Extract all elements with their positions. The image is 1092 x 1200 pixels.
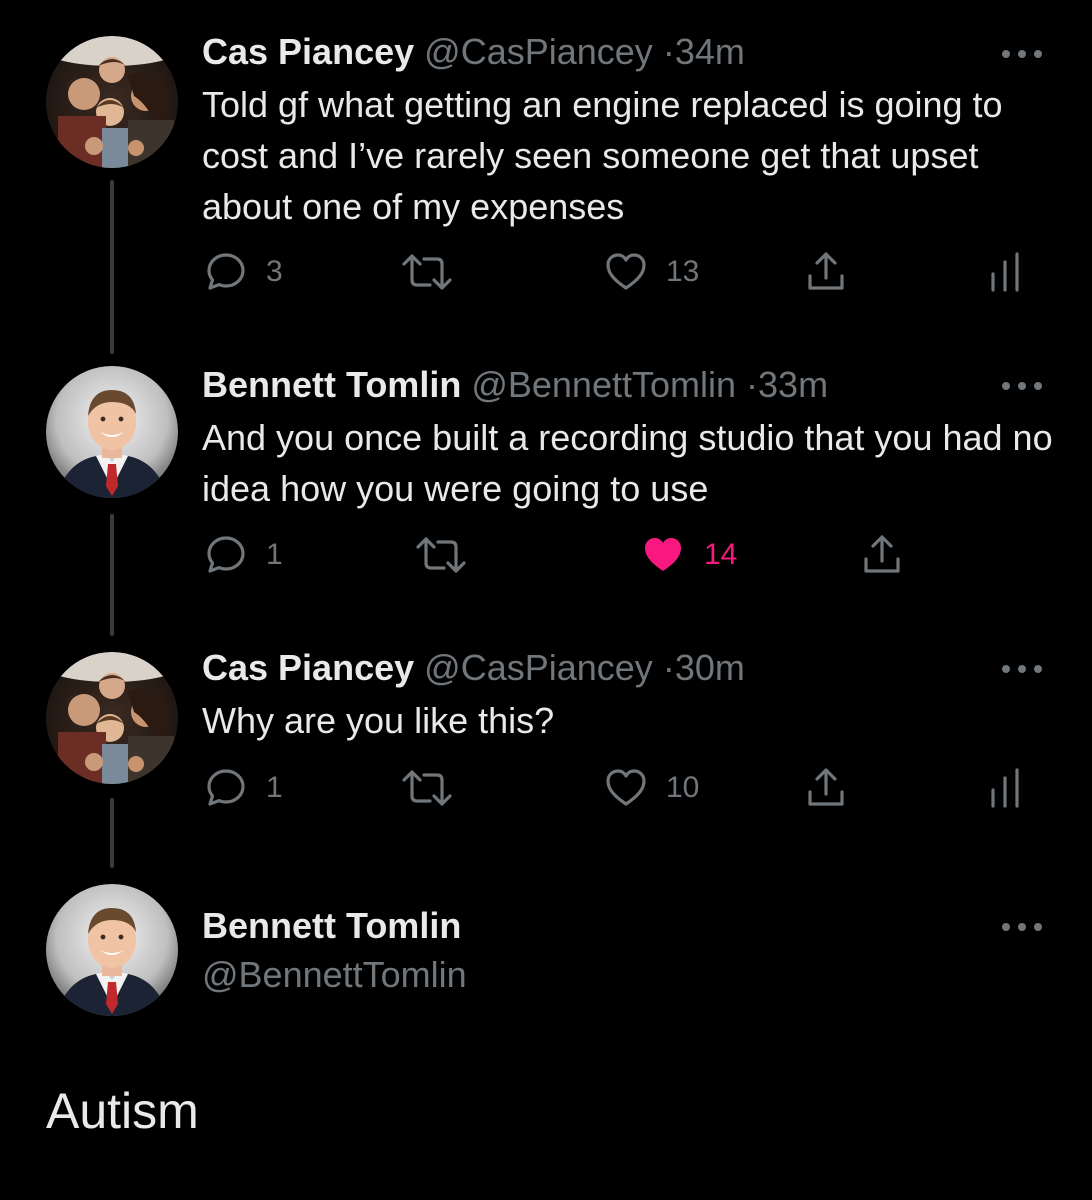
more-icon[interactable] xyxy=(1000,659,1044,679)
author-name[interactable]: Cas Piancey xyxy=(202,31,414,72)
share-icon xyxy=(864,535,900,573)
more-icon[interactable] xyxy=(1000,44,1044,64)
avatar[interactable] xyxy=(46,884,178,1016)
share-button[interactable] xyxy=(804,247,848,297)
reply-count: 1 xyxy=(266,771,283,804)
tweet-header: Bennett Tomlin @BennettTomlin ·33m xyxy=(202,363,828,407)
analytics-icon xyxy=(991,768,1019,808)
analytics-icon xyxy=(991,252,1019,292)
focused-tweet-text: Autism xyxy=(46,1083,199,1139)
separator: · xyxy=(746,364,759,405)
action-bar: 1 10 xyxy=(0,763,1092,813)
retweet-button[interactable] xyxy=(400,763,454,813)
like-button[interactable]: 10 xyxy=(604,763,699,813)
analytics-button[interactable] xyxy=(990,247,1020,297)
separator: · xyxy=(662,647,675,688)
author-handle[interactable]: @CasPiancey xyxy=(424,647,653,688)
author-handle[interactable]: @CasPiancey xyxy=(424,31,653,72)
timestamp[interactable]: 33m xyxy=(758,364,828,405)
reply-button[interactable]: 3 xyxy=(204,247,283,297)
share-button[interactable] xyxy=(860,530,904,580)
reply-button[interactable]: 1 xyxy=(204,763,283,813)
more-icon[interactable] xyxy=(1000,376,1044,396)
like-count: 10 xyxy=(666,771,700,804)
retweet-icon xyxy=(416,537,466,573)
action-bar: 3 13 xyxy=(0,247,1092,297)
like-icon xyxy=(606,253,646,290)
share-button[interactable] xyxy=(804,763,848,813)
retweet-button[interactable] xyxy=(400,247,454,297)
tweet-text: Why are you like this? xyxy=(202,700,555,741)
tweet-header: Cas Piancey @CasPiancey ·34m xyxy=(202,30,745,74)
separator: · xyxy=(662,31,675,72)
share-icon xyxy=(808,768,844,806)
like-count: 14 xyxy=(704,538,738,571)
reply-button[interactable]: 1 xyxy=(204,530,283,580)
retweet-icon xyxy=(402,254,452,290)
tweet-header: Cas Piancey @CasPiancey ·30m xyxy=(202,646,745,690)
author-handle[interactable]: @BennettTomlin xyxy=(471,364,736,405)
reply-icon xyxy=(207,253,245,290)
author-name[interactable]: Bennett Tomlin xyxy=(202,904,461,948)
tweet-text: And you once built a recording studio th… xyxy=(202,417,1053,509)
like-button[interactable]: 13 xyxy=(604,247,699,297)
action-bar: 1 14 xyxy=(0,530,1092,580)
like-icon-filled xyxy=(645,538,681,571)
reply-icon xyxy=(207,536,245,573)
more-icon[interactable] xyxy=(1000,917,1044,937)
reply-count: 3 xyxy=(266,255,283,288)
analytics-button[interactable] xyxy=(990,763,1020,813)
author-name[interactable]: Bennett Tomlin xyxy=(202,364,461,405)
avatar[interactable] xyxy=(46,366,178,498)
like-icon xyxy=(606,769,646,806)
author-handle[interactable]: @BennettTomlin xyxy=(202,953,467,997)
author-name[interactable]: Cas Piancey xyxy=(202,647,414,688)
timestamp[interactable]: 34m xyxy=(675,31,745,72)
share-icon xyxy=(808,252,844,290)
like-count: 13 xyxy=(666,255,700,288)
retweet-icon xyxy=(402,770,452,806)
tweet-text: Told gf what getting an engine replaced … xyxy=(202,84,1003,227)
like-button[interactable]: 14 xyxy=(640,530,737,580)
avatar[interactable] xyxy=(46,36,178,168)
retweet-button[interactable] xyxy=(414,530,468,580)
reply-count: 1 xyxy=(266,538,283,571)
reply-icon xyxy=(207,769,245,806)
timestamp[interactable]: 30m xyxy=(675,647,745,688)
